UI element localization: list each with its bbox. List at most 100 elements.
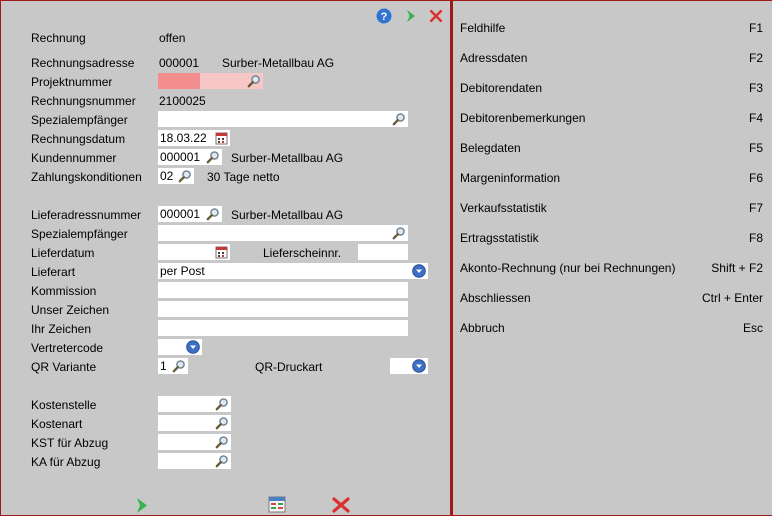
calendar-icon[interactable] — [215, 131, 228, 145]
menu-item-ertragsstatistik[interactable]: Ertragsstatistik F8 — [460, 229, 763, 247]
invoice-form-panel: ? Rechnung offen Rechnungsadresse 000001… — [0, 0, 451, 516]
kommission-input[interactable] — [158, 282, 408, 298]
projektnummer-field[interactable] — [158, 73, 263, 89]
zahlungskonditionen-field[interactable]: 02 — [158, 168, 194, 184]
menu-item-verkaufsstatistik[interactable]: Verkaufsstatistik F7 — [460, 199, 763, 217]
ihr-zeichen-input[interactable] — [158, 320, 408, 336]
menu-item-shortcut: Esc — [742, 321, 763, 335]
spezialempfaenger-field[interactable] — [158, 111, 408, 127]
kostenstelle-field[interactable] — [158, 396, 231, 412]
menu-item-label: Debitorendaten — [460, 81, 543, 95]
menu-item-shortcut: F4 — [748, 111, 763, 125]
calendar-icon[interactable] — [215, 245, 228, 259]
qr-druckart-label: QR-Druckart — [255, 360, 323, 374]
next-arrow-icon[interactable] — [405, 9, 417, 23]
search-icon[interactable] — [247, 74, 261, 88]
search-icon[interactable] — [206, 150, 220, 164]
lieferung-spezialempfaenger-label: Spezialempfänger — [31, 227, 128, 241]
kostenstelle-label: Kostenstelle — [31, 398, 97, 412]
menu-item-shortcut: F2 — [748, 51, 763, 65]
zahlungskonditionen-value: 02 — [160, 169, 174, 183]
menu-item-belegdaten[interactable]: Belegdaten F5 — [460, 139, 763, 157]
lieferdatum-label: Lieferdatum — [31, 246, 95, 260]
menu-item-label: Belegdaten — [460, 141, 521, 155]
rechnungsdatum-label: Rechnungsdatum — [31, 132, 126, 146]
kst-abzug-label: KST für Abzug — [31, 436, 109, 450]
qr-variante-field[interactable]: 1 — [158, 358, 188, 374]
confirm-arrow-icon[interactable] — [135, 497, 149, 514]
rechnungsnummer-value: 2100025 — [159, 94, 206, 108]
menu-item-label: Debitorenbemerkungen — [460, 111, 586, 125]
lieferart-label: Lieferart — [31, 265, 76, 279]
kundennummer-label: Kundennummer — [31, 151, 117, 165]
lieferung-spezialempfaenger-field[interactable] — [158, 225, 408, 241]
zahlungskonditionen-text: 30 Tage netto — [207, 170, 280, 184]
search-icon[interactable] — [215, 397, 229, 411]
menu-item-shortcut: F5 — [748, 141, 763, 155]
menu-item-abbruch[interactable]: Abbruch Esc — [460, 319, 763, 337]
lieferadressnummer-label: Lieferadressnummer — [31, 208, 142, 222]
help-icon[interactable]: ? — [376, 8, 392, 24]
rechnung-label: Rechnung — [31, 31, 86, 45]
rechnungsdatum-field[interactable]: 18.03.22 — [158, 130, 230, 146]
menu-item-shortcut: Shift + F2 — [711, 261, 763, 275]
kst-abzug-field[interactable] — [158, 434, 231, 450]
close-icon[interactable] — [430, 10, 442, 22]
kundennummer-name: Surber-Metallbau AG — [231, 151, 344, 165]
lieferadressnummer-value: 000001 — [160, 207, 201, 221]
dropdown-icon[interactable] — [412, 264, 426, 278]
menu-item-debitorendaten[interactable]: Debitorendaten F3 — [460, 79, 763, 97]
cancel-icon[interactable] — [332, 497, 350, 513]
lieferscheinnr-field[interactable] — [358, 244, 408, 260]
ihr-zeichen-label: Ihr Zeichen — [31, 322, 92, 336]
menu-item-label: Abbruch — [460, 321, 505, 335]
lieferdatum-field[interactable] — [158, 244, 230, 260]
search-icon[interactable] — [178, 169, 192, 183]
search-icon[interactable] — [392, 112, 406, 126]
unser-zeichen-input[interactable] — [158, 301, 408, 317]
menu-item-feldhilfe[interactable]: Feldhilfe F1 — [460, 19, 763, 37]
search-icon[interactable] — [215, 454, 229, 468]
rechnungsdatum-value: 18.03.22 — [160, 131, 207, 145]
rechnungsadresse-number: 000001 — [159, 56, 200, 70]
menu-item-label: Adressdaten — [460, 51, 528, 65]
search-icon[interactable] — [172, 359, 186, 373]
function-menu-panel: Feldhilfe F1 Adressdaten F2 Debitorendat… — [451, 0, 772, 516]
qr-variante-value: 1 — [160, 359, 167, 373]
menu-item-shortcut: F3 — [748, 81, 763, 95]
search-icon[interactable] — [392, 226, 406, 240]
search-icon[interactable] — [215, 416, 229, 430]
menu-item-label: Margeninformation — [460, 171, 561, 185]
dropdown-icon[interactable] — [412, 359, 426, 373]
menu-item-shortcut: F8 — [748, 231, 763, 245]
menu-item-adressdaten[interactable]: Adressdaten F2 — [460, 49, 763, 67]
kundennummer-value: 000001 — [160, 150, 201, 164]
search-icon[interactable] — [206, 207, 220, 221]
lieferadressnummer-name: Surber-Metallbau AG — [231, 208, 344, 222]
menu-item-shortcut: Ctrl + Enter — [701, 291, 763, 305]
lieferscheinnr-label: Lieferscheinnr. — [263, 246, 342, 260]
menu-item-label: Feldhilfe — [460, 21, 506, 35]
ka-abzug-field[interactable] — [158, 453, 231, 469]
search-icon[interactable] — [215, 435, 229, 449]
menu-item-margeninformation[interactable]: Margeninformation F6 — [460, 169, 763, 187]
rechnung-status: offen — [159, 31, 186, 45]
lieferadressnummer-field[interactable]: 000001 — [158, 206, 222, 222]
document-icon[interactable] — [268, 496, 286, 513]
qr-druckart-select[interactable] — [390, 358, 428, 374]
vertretercode-label: Vertretercode — [31, 341, 104, 355]
qr-variante-label: QR Variante — [31, 360, 97, 374]
svg-text:?: ? — [381, 11, 388, 23]
menu-item-label: Ertragsstatistik — [460, 231, 539, 245]
kundennummer-field[interactable]: 000001 — [158, 149, 222, 165]
menu-item-akonto-rechnung[interactable]: Akonto-Rechnung (nur bei Rechnungen) Shi… — [460, 259, 763, 277]
dropdown-icon[interactable] — [186, 340, 200, 354]
rechnungsadresse-name: Surber-Metallbau AG — [222, 56, 335, 70]
vertretercode-select[interactable] — [158, 339, 202, 355]
rechnungsnummer-label: Rechnungsnummer — [31, 94, 136, 108]
menu-item-abschliessen[interactable]: Abschliessen Ctrl + Enter — [460, 289, 763, 307]
lieferart-select[interactable]: per Post — [158, 263, 428, 279]
error-highlight — [158, 73, 200, 89]
menu-item-debitorenbemerkungen[interactable]: Debitorenbemerkungen F4 — [460, 109, 763, 127]
kostenart-field[interactable] — [158, 415, 231, 431]
